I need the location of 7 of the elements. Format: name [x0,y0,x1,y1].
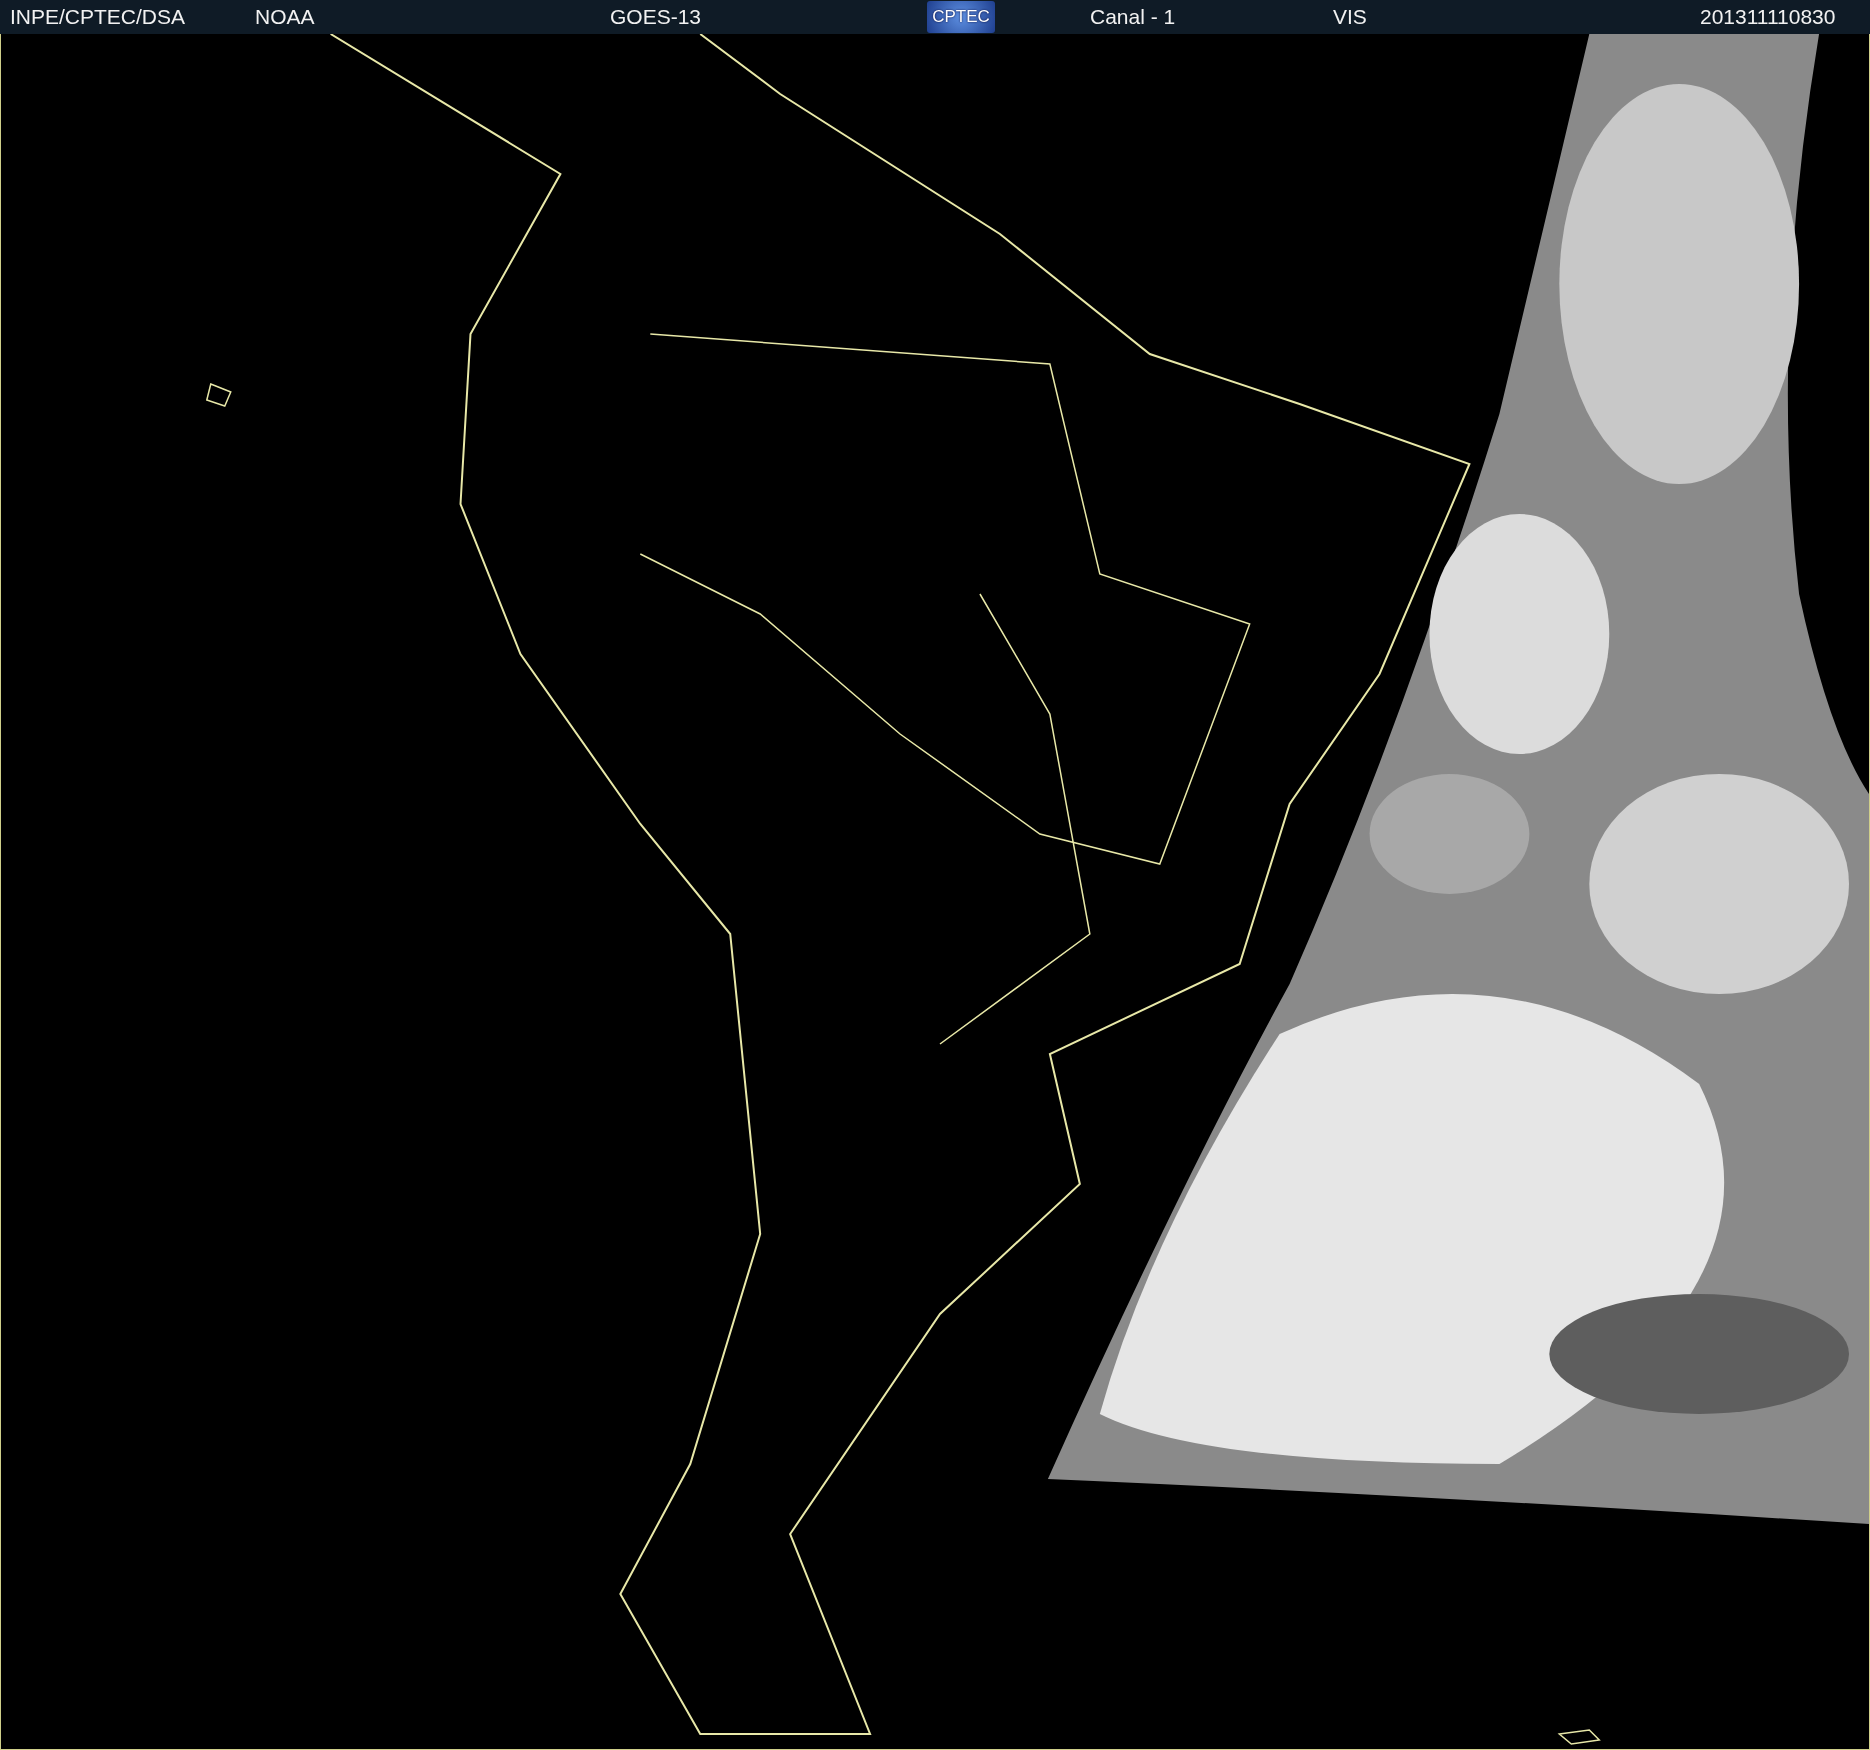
source-label: INPE/CPTEC/DSA [10,5,186,29]
channel-label: Canal - 1 [1090,5,1176,29]
logo: CPTEC [927,1,995,33]
satellite-label: GOES-13 [610,5,702,29]
timestamp-label: 201311110830 [1700,5,1837,29]
agency-label: NOAA [255,5,315,29]
band-label: VIS [1333,5,1367,29]
